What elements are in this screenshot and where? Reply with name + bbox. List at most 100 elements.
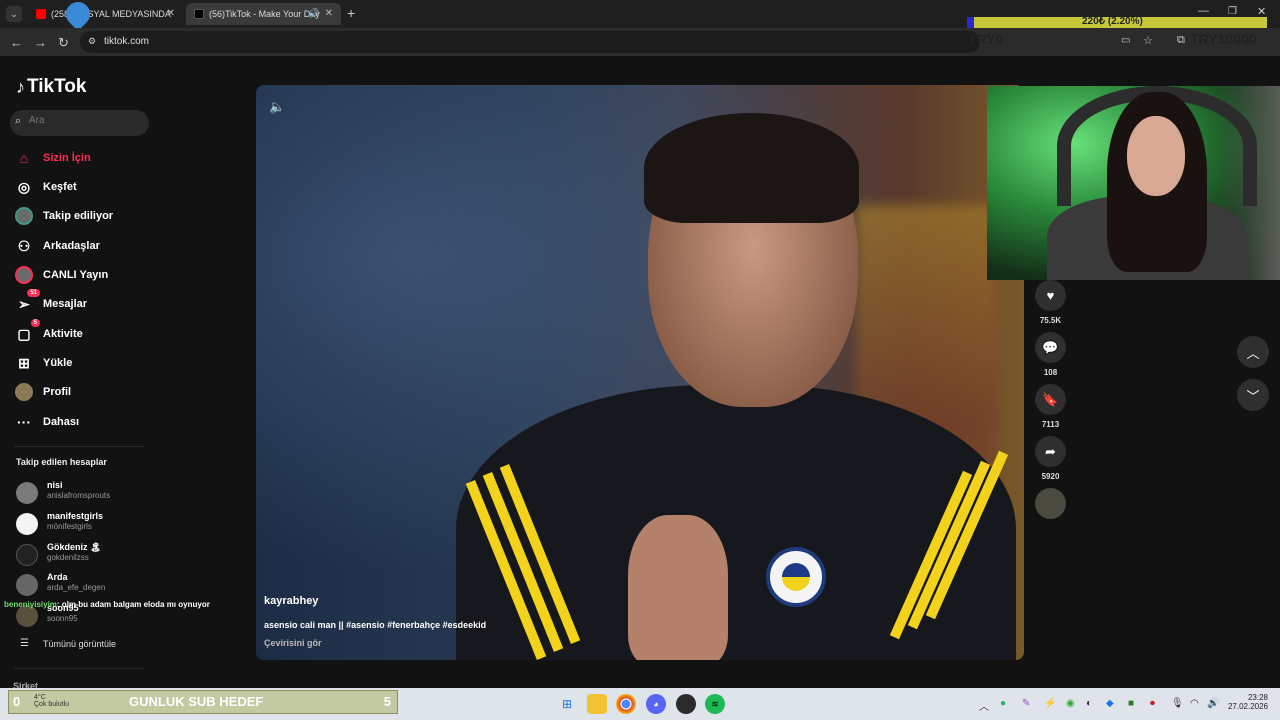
webcam-person-face: [1127, 116, 1185, 196]
nav-friends[interactable]: ⚇ Arkadaşlar: [14, 236, 100, 256]
minimize-button[interactable]: —: [1198, 5, 1209, 17]
view-all-label: Tümünü görüntüle: [42, 638, 117, 649]
tray-app-icon[interactable]: ◐: [1086, 698, 1092, 709]
nav-label: Profil: [43, 386, 72, 398]
url-box[interactable]: [80, 31, 980, 53]
avatar: [16, 574, 38, 596]
nav-label: CANLI Yayın: [43, 269, 109, 281]
nav-explore[interactable]: ◎ Keşfet: [14, 177, 77, 197]
send-icon: ➢ 51: [14, 289, 40, 314]
account-handle: arda_efe_degen: [47, 583, 106, 592]
forward-button[interactable]: →: [34, 35, 47, 50]
new-tab-button[interactable]: +: [347, 5, 355, 21]
nav-label: Keşfet: [43, 181, 77, 193]
avatar: [16, 482, 38, 504]
chat-text: : olm bu adam balgam eloda mı oynuyor: [56, 600, 210, 609]
account-handle: mönifestgirls: [47, 522, 92, 531]
tray-app-icon[interactable]: ⏺: [1150, 698, 1155, 709]
close-icon[interactable]: ✕: [325, 8, 333, 19]
tab-tiktok-label: (56)TikTok - Make Your Day: [209, 9, 320, 19]
search-icon: ⌕: [15, 115, 22, 127]
nav-profile[interactable]: Profil: [14, 382, 71, 402]
account-handle: gokdenilzss: [47, 553, 89, 562]
list-icon: ☰: [20, 638, 29, 649]
site-info-icon[interactable]: ⚙: [88, 36, 96, 47]
speaker-icon[interactable]: 🔈: [269, 99, 285, 115]
nav-messages[interactable]: ➢ 51 Mesajlar: [14, 289, 87, 314]
microphone-icon[interactable]: 🎙: [1171, 698, 1184, 709]
discord-icon[interactable]: ◕: [646, 694, 666, 714]
donation-max-label: TRY10000: [1190, 31, 1257, 47]
creator-avatar[interactable]: [1035, 488, 1066, 519]
video-author[interactable]: kayrabhey: [264, 595, 318, 607]
video-player[interactable]: [256, 85, 1024, 660]
tray-app-icon[interactable]: ✎: [1022, 698, 1030, 709]
save-button[interactable]: 🔖: [1035, 384, 1066, 415]
followed-account[interactable]: nisi anislafromsprouts: [16, 480, 156, 506]
account-name: Arda: [47, 572, 68, 582]
spotify-icon[interactable]: ≋: [705, 694, 725, 714]
url-text: tiktok.com: [104, 36, 150, 47]
clock[interactable]: 23:28 27.02.2026: [1222, 693, 1268, 711]
activity-icon: ▢ 5: [14, 319, 40, 344]
tab-tiktok[interactable]: (56)TikTok - Make Your Day 🔊 ✕: [186, 3, 341, 25]
tray-app-icon[interactable]: ⚡: [1044, 698, 1056, 709]
clock-time: 23:28: [1247, 693, 1268, 702]
tiktok-icon: [194, 9, 204, 19]
volume-icon[interactable]: 🔊: [1207, 698, 1219, 709]
back-button[interactable]: ←: [10, 35, 23, 50]
donation-bar: 220₺ (2.20%): [967, 16, 1267, 28]
folder-icon[interactable]: [587, 694, 607, 714]
followed-account[interactable]: Gökdeniz 🏝 gokdenilzss: [16, 542, 156, 568]
extensions-icon[interactable]: ⧉: [1177, 34, 1185, 47]
next-video-button[interactable]: ﹀: [1237, 379, 1269, 411]
tray-app-icon[interactable]: ■: [1128, 698, 1134, 709]
speaker-icon: 🔊: [308, 8, 320, 18]
close-icon[interactable]: ✕: [167, 8, 175, 19]
nav-upload[interactable]: ⊞ Yükle: [14, 353, 72, 373]
like-count: 75.5K: [1039, 316, 1062, 325]
comment-button[interactable]: 💬: [1035, 332, 1066, 363]
tray-chevron-icon[interactable]: ︿: [979, 698, 989, 713]
tab-youtube[interactable]: (258) SOSYAL MEDYASINDA ✕: [28, 3, 183, 25]
upload-icon: ⊞: [18, 354, 30, 371]
bookmark-star-icon[interactable]: ☆: [1143, 34, 1153, 47]
weather-widget[interactable]: 4°C Çok bulutlu: [34, 694, 69, 708]
video-hands: [628, 515, 728, 660]
see-translation-link[interactable]: Çevirisini gör: [264, 638, 322, 648]
sub-goal-label: GUNLUK SUB HEDEF: [129, 694, 264, 709]
search-input[interactable]: [29, 115, 139, 126]
share-button[interactable]: ➦: [1035, 436, 1066, 467]
maximize-button[interactable]: ❐: [1228, 6, 1237, 17]
tray-app-icon[interactable]: ◆: [1106, 698, 1114, 709]
followed-account[interactable]: manifestgirls mönifestgirls: [16, 511, 156, 537]
nav-for-you[interactable]: ⌂ Sizin İçin: [14, 148, 91, 168]
obs-icon[interactable]: [676, 694, 696, 714]
like-button[interactable]: ♥: [1035, 280, 1066, 311]
wifi-icon[interactable]: ◠: [1190, 698, 1199, 709]
nav-activity[interactable]: ▢ 5 Aktivite: [14, 319, 83, 344]
webcam-overlay: [987, 86, 1280, 280]
nav-following[interactable]: Takip ediliyor: [14, 206, 113, 226]
tray-app-icon[interactable]: ●: [1000, 698, 1006, 709]
view-all-link[interactable]: ☰ Tümünü görüntüle: [20, 638, 116, 649]
cast-icon[interactable]: ▭: [1121, 35, 1130, 46]
previous-video-button[interactable]: ︿: [1237, 336, 1269, 368]
tiktok-note-icon: ♪: [16, 76, 25, 97]
tab-list-chevron-icon[interactable]: ⌄: [6, 6, 22, 22]
tiktok-logo[interactable]: ♪ TikTok: [16, 76, 86, 98]
team-crest: [766, 547, 826, 607]
tray-app-icon[interactable]: ◉: [1066, 698, 1075, 709]
nav-live[interactable]: CANLI Yayın: [14, 265, 108, 285]
start-icon[interactable]: ⊞: [557, 694, 577, 714]
account-handle: anislafromsprouts: [47, 491, 111, 500]
search-box[interactable]: ⌕: [10, 110, 149, 136]
followed-account[interactable]: Arda arda_efe_degen: [16, 572, 156, 598]
avatar: [16, 513, 38, 535]
logo-text: TikTok: [27, 76, 87, 97]
nav-more[interactable]: ··· Dahası: [14, 412, 79, 432]
reload-button[interactable]: ↻: [58, 35, 69, 51]
nav-label: Aktivite: [43, 328, 83, 340]
more-icon: ···: [17, 414, 31, 430]
chrome-icon[interactable]: [616, 694, 636, 714]
